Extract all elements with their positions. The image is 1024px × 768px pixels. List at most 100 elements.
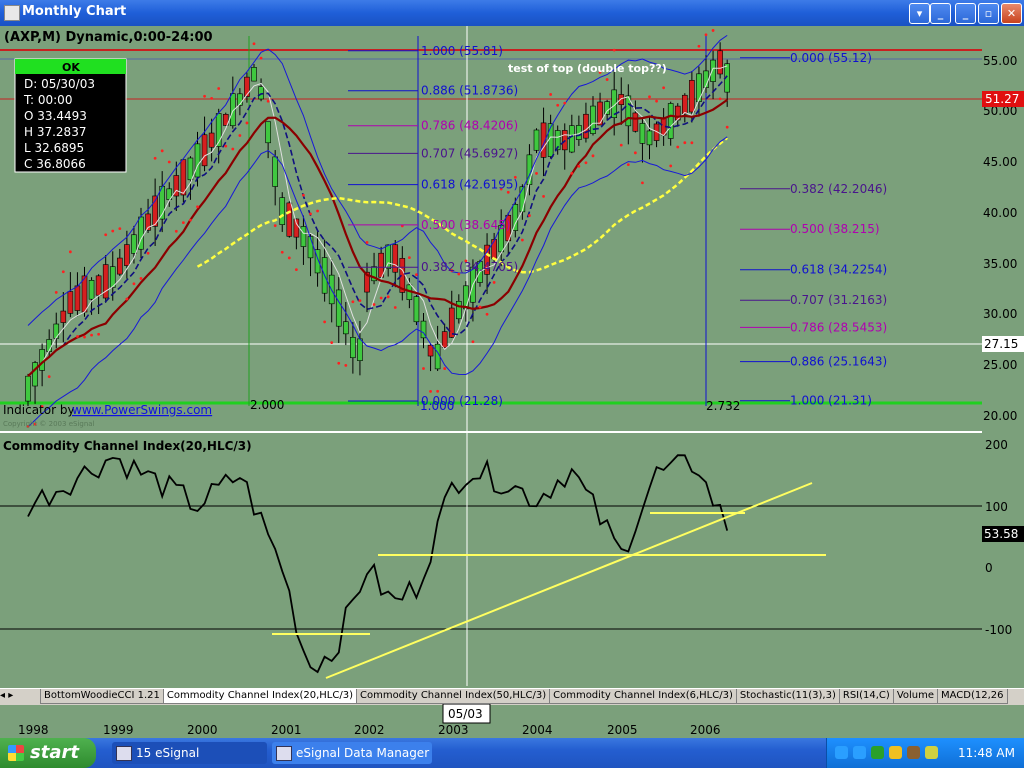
indicator-tabs: ◂ ▸ BottomWoodieCCI 1.21 Commodity Channel… <box>0 688 1024 705</box>
tab-volume[interactable]: Volume <box>892 689 939 704</box>
candle-body <box>272 156 278 187</box>
cci-tick: 100 <box>985 500 1008 514</box>
tab-bottomwoodiecci[interactable]: BottomWoodieCCI 1.21 <box>40 689 164 704</box>
psar-dot <box>167 160 171 164</box>
psar-dot <box>570 171 574 175</box>
alert-icon[interactable] <box>889 746 902 759</box>
fib-right-label: 0.886 (25.1643) <box>790 355 887 369</box>
chart-canvas[interactable]: 1.000 (55.81) 0.886 (51.8736) 0.786 (48.42… <box>0 26 1024 686</box>
candle-body <box>258 86 264 100</box>
data-manager-icon <box>276 746 292 761</box>
price-tick: 20.00 <box>983 409 1017 423</box>
candle-body <box>208 132 215 148</box>
candle-body <box>53 323 60 339</box>
tab-macd[interactable]: MACD(12,26 <box>937 689 1008 704</box>
minimize-button[interactable]: _ <box>930 3 951 24</box>
fib-left-label: 0.500 (38.645) <box>421 218 511 232</box>
candle-body <box>583 113 589 139</box>
close-button[interactable]: ✕ <box>1001 3 1022 24</box>
fib-right-label: 0.786 (28.5453) <box>790 320 887 334</box>
psar-dot <box>690 141 694 145</box>
psar-dot <box>189 218 192 222</box>
psar-dot <box>139 277 143 280</box>
candle-body <box>335 289 342 327</box>
indicator-credit: Indicator by <box>3 403 75 417</box>
network-icon-2[interactable] <box>853 746 866 759</box>
psar-dot <box>245 121 249 125</box>
psar-dot <box>337 361 341 365</box>
year-label-2006: 2006 <box>690 723 721 737</box>
fib-right-label: 0.707 (31.2163) <box>790 293 887 307</box>
task-data-manager[interactable]: eSignal Data Manager <box>272 742 432 764</box>
psar-dot <box>217 87 221 90</box>
cci-trendline-rising <box>325 482 813 679</box>
indicator-link[interactable]: www.PowerSwings.com <box>72 403 212 417</box>
candle-body <box>533 129 540 151</box>
fib-right-label: 1.000 (21.31) <box>790 394 872 408</box>
fib-right-label: 0.618 (34.2254) <box>790 263 887 277</box>
task-esignal-label: 15 eSignal <box>136 746 200 760</box>
tab-cci-20[interactable]: Commodity Channel Index(20,HLC/3) <box>162 689 357 704</box>
tab-stochastic[interactable]: Stochastic(11(3),3) <box>735 689 840 704</box>
task-esignal[interactable]: 15 eSignal <box>112 742 267 764</box>
psar-dot <box>287 256 291 260</box>
psar-dot <box>90 333 93 337</box>
candle-body <box>32 362 38 387</box>
info-low: L 32.6895 <box>24 141 84 155</box>
psar-dot <box>535 172 538 175</box>
price-tick: 25.00 <box>983 358 1017 372</box>
fib-left-label: 0.382 (34.4705) <box>421 260 518 274</box>
psar-dot <box>309 212 312 216</box>
candle-body <box>710 59 716 82</box>
cci-tick: -100 <box>985 623 1012 637</box>
candle-body <box>74 285 81 311</box>
cursor-price-label: 27.15 <box>984 337 1018 351</box>
psar-dot <box>372 303 376 306</box>
psar-dot <box>422 367 425 370</box>
candle-body <box>286 202 293 237</box>
window-menu-button[interactable]: ▾ <box>909 3 930 24</box>
psar-dot <box>259 56 263 60</box>
candle-body <box>618 94 625 105</box>
psar-dot <box>231 147 235 151</box>
psar-dot <box>125 297 129 301</box>
app-icon <box>4 5 20 21</box>
candle-body <box>244 76 250 97</box>
psar-dot <box>669 164 673 168</box>
psar-dot <box>471 340 475 344</box>
tab-cci-6[interactable]: Commodity Channel Index(6,HLC/3) <box>549 689 737 704</box>
tab-rsi[interactable]: RSI(14,C) <box>838 689 894 704</box>
psar-dot <box>210 97 214 100</box>
psar-dot <box>386 295 390 299</box>
year-label-2002: 2002 <box>354 723 385 737</box>
psar-dot <box>662 86 666 90</box>
volume-icon[interactable] <box>925 746 938 759</box>
taskbar: start 15 eSignal eSignal Data Manager 11… <box>0 738 1024 768</box>
restore-button[interactable]: ▫ <box>978 3 999 24</box>
candle-body <box>307 236 314 259</box>
psar-dot <box>443 367 447 370</box>
candle-body <box>350 336 356 359</box>
psar-dot <box>196 205 199 209</box>
candle-body <box>463 285 469 310</box>
network-icon[interactable] <box>835 746 848 759</box>
price-tick: 40.00 <box>983 206 1017 220</box>
candle-body <box>60 310 67 323</box>
tab-cci-50[interactable]: Commodity Channel Index(50,HLC/3) <box>355 689 551 704</box>
psar-dot <box>591 154 595 158</box>
start-button[interactable]: start <box>0 738 96 768</box>
year-axis: 1998 1999 2000 2001 2002 2003 2004 2005 … <box>18 704 721 737</box>
candle-body <box>124 244 130 266</box>
psar-dot <box>344 363 348 367</box>
tab-scroll-arrows[interactable]: ◂ ▸ <box>0 690 40 701</box>
candle-body <box>357 338 363 361</box>
candle-body <box>639 123 646 144</box>
candle-body <box>646 130 653 146</box>
minimize-doc-button[interactable]: _ <box>955 3 976 24</box>
candle-body <box>279 197 286 225</box>
info-time: T: 00:00 <box>23 93 72 107</box>
messenger-icon[interactable] <box>907 746 920 759</box>
security-icon[interactable] <box>871 746 884 759</box>
psar-dot <box>563 101 567 105</box>
psar-dot <box>238 134 242 137</box>
